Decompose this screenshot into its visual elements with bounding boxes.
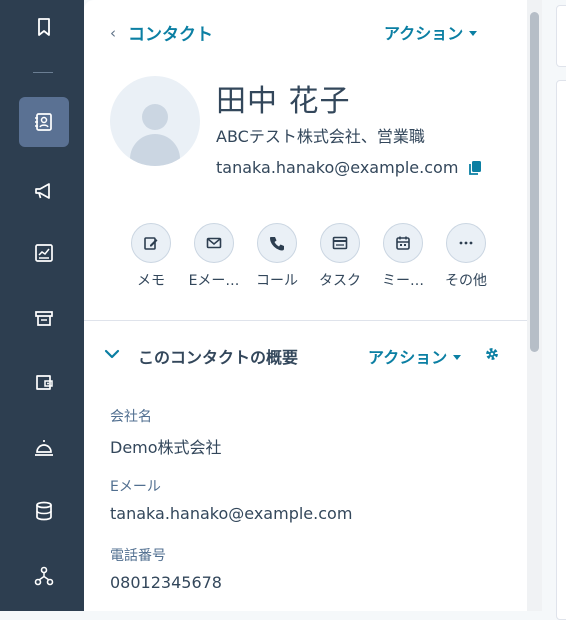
about-section-title: このコンタクトの概要: [138, 348, 299, 367]
email-action-circle: [194, 223, 234, 263]
panel-scrollbar[interactable]: [527, 0, 542, 611]
task-action-circle: [320, 223, 360, 263]
bookmark-nav-button[interactable]: [19, 2, 69, 52]
email-field-value[interactable]: tanaka.hanako@example.com: [110, 504, 352, 523]
contact-avatar[interactable]: [110, 76, 200, 166]
actions-dropdown-button[interactable]: アクション: [384, 20, 478, 44]
chevron-down-icon: [104, 349, 120, 359]
marketing-nav-button[interactable]: [19, 166, 69, 216]
service-nav-button[interactable]: [19, 422, 69, 472]
call-action-label: コール: [256, 273, 298, 289]
contact-name: 田中 花子: [216, 84, 351, 119]
note-action-circle: [131, 223, 171, 263]
bookmark-icon: [38, 18, 50, 36]
nav-separator: [33, 72, 53, 73]
right-card-top: [556, 5, 566, 67]
company-field-value[interactable]: Demo株式会社: [110, 434, 222, 458]
right-card-main: [556, 80, 566, 620]
megaphone-icon: [35, 183, 50, 199]
caret-down-icon: [469, 30, 478, 36]
section-actions-label: アクション: [368, 348, 448, 367]
report-icon: [35, 244, 53, 262]
phone-field-value[interactable]: 08012345678: [110, 573, 222, 592]
scrollbar-thumb[interactable]: [530, 12, 539, 352]
meeting-action-circle: [383, 223, 423, 263]
gear-icon: [486, 348, 498, 360]
caret-down-icon: [453, 354, 462, 360]
contact-company-title: ABCテスト株式会社、営業職: [216, 127, 425, 146]
meeting-action-label: ミー…: [382, 273, 424, 289]
quick-actions-bar: メモ Eメー… コール タスク ミー… その他: [120, 223, 500, 293]
actions-dropdown-label: アクション: [384, 24, 464, 43]
section-actions-dropdown[interactable]: アクション: [368, 344, 462, 368]
payments-nav-button[interactable]: [19, 357, 69, 407]
section-divider: [84, 320, 527, 321]
commerce-nav-button[interactable]: [19, 293, 69, 343]
task-icon: [332, 236, 348, 250]
note-action-button[interactable]: メモ: [120, 223, 182, 290]
email-action-button[interactable]: Eメー…: [183, 223, 245, 290]
avatar-head-shape: [142, 104, 168, 130]
call-action-button[interactable]: コール: [246, 223, 308, 290]
email-action-label: Eメー…: [188, 273, 240, 289]
email-field: Eメール tanaka.hanako@example.com: [110, 476, 352, 523]
company-field: 会社名 Demo株式会社: [110, 406, 222, 458]
copy-email-button[interactable]: [468, 160, 482, 176]
about-section-header: このコンタクトの概要 アクション: [104, 344, 504, 368]
task-action-label: タスク: [319, 273, 361, 289]
email-icon: [206, 237, 222, 249]
service-bell-icon: [35, 440, 53, 456]
wallet-icon: [36, 375, 53, 390]
contact-email[interactable]: tanaka.hanako@example.com: [216, 158, 458, 177]
more-action-label: その他: [445, 273, 487, 289]
avatar-body-shape: [130, 134, 180, 166]
copy-icon: [469, 160, 482, 175]
more-icon: [459, 241, 473, 245]
phone-field-label: 電話番号: [110, 548, 166, 564]
meeting-action-button[interactable]: ミー…: [372, 223, 434, 290]
back-link-label: コンタクト: [128, 25, 213, 45]
automation-nav-button[interactable]: [19, 551, 69, 601]
contacts-nav-button[interactable]: [19, 97, 69, 147]
store-icon: [35, 311, 53, 326]
company-field-label: 会社名: [110, 409, 152, 425]
collapse-section-button[interactable]: [104, 346, 120, 366]
call-action-circle: [257, 223, 297, 263]
more-action-circle: [446, 223, 486, 263]
phone-field: 電話番号 08012345678: [110, 545, 222, 592]
calendar-icon: [396, 236, 410, 250]
chevron-left-icon: ‹: [110, 23, 116, 42]
more-action-button[interactable]: その他: [435, 223, 497, 290]
note-action-label: メモ: [137, 273, 165, 289]
email-field-label: Eメール: [110, 479, 161, 495]
database-icon: [36, 501, 52, 521]
phone-icon: [270, 237, 284, 251]
left-nav-rail: [0, 0, 84, 611]
note-edit-icon: [144, 237, 158, 250]
task-action-button[interactable]: タスク: [309, 223, 371, 290]
reports-nav-button[interactable]: [19, 228, 69, 278]
back-to-contacts-link[interactable]: ‹ コンタクト: [110, 20, 213, 46]
right-content-area: [542, 0, 566, 620]
data-nav-button[interactable]: [19, 486, 69, 536]
contact-email-row: tanaka.hanako@example.com: [216, 158, 482, 177]
contact-panel: ‹ コンタクト アクション 田中 花子 ABCテスト株式会社、営業職 tanak…: [84, 0, 527, 611]
section-settings-button[interactable]: [484, 346, 500, 366]
workflow-icon: [34, 566, 54, 586]
contacts-icon: [35, 113, 52, 131]
